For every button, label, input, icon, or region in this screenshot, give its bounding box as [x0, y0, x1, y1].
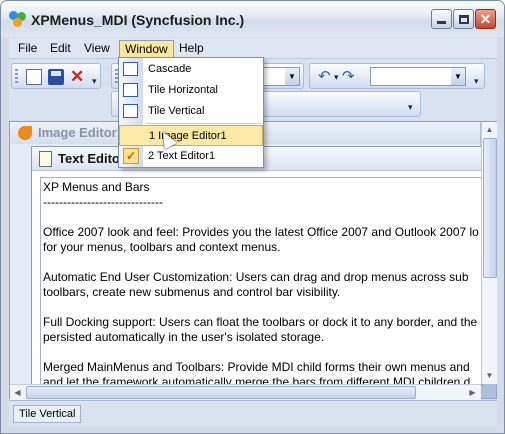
image-editor-icon	[18, 126, 32, 140]
horizontal-scrollbar[interactable]: ◀ ▶	[10, 384, 481, 400]
app-icon	[9, 11, 27, 27]
menu-item-tile-vertical[interactable]: Tile Vertical	[119, 101, 263, 122]
window-menu-dropdown: Cascade Tile Horizontal Tile Vertical 1 …	[118, 57, 264, 168]
menu-bar: File Edit View Window Help	[9, 38, 497, 58]
close-button[interactable]: ✕	[475, 9, 496, 29]
minimize-icon	[437, 21, 446, 24]
menu-item-cascade[interactable]: Cascade	[119, 59, 263, 80]
menu-window[interactable]: Window	[119, 40, 174, 57]
horizontal-scroll-thumb[interactable]	[26, 386, 416, 399]
text-editor-window[interactable]: Text Editor XP Menus and Bars ----------…	[31, 146, 483, 386]
title-bar[interactable]: XPMenus_MDI (Syncfusion Inc.) ✕	[1, 1, 504, 37]
toolbar-overflow-icon[interactable]: ▾	[92, 76, 97, 87]
text-editor-content[interactable]: XP Menus and Bars ----------------------…	[40, 177, 482, 385]
menu-separator	[146, 123, 261, 124]
vertical-scrollbar[interactable]: ▲ ▼	[481, 122, 497, 384]
close-icon: ✕	[479, 11, 492, 27]
scroll-right-icon[interactable]: ▶	[465, 385, 480, 400]
tile-horizontal-icon	[123, 83, 138, 97]
toolbar-grip[interactable]	[15, 69, 18, 85]
chevron-down-icon[interactable]: ▼	[285, 68, 299, 85]
menu-item-label: Cascade	[148, 63, 192, 75]
menu-item-label: Tile Horizontal	[148, 84, 218, 96]
minimize-button[interactable]	[431, 9, 452, 29]
menu-item-label: 2 Text Editor1	[148, 150, 216, 162]
cascade-icon	[123, 62, 138, 76]
scroll-up-icon[interactable]: ▲	[482, 122, 497, 137]
new-document-icon[interactable]	[26, 69, 42, 85]
undo-icon[interactable]: ↶	[318, 69, 334, 85]
text-editor-title: Text Editor	[58, 151, 125, 166]
menu-help[interactable]: Help	[174, 40, 209, 57]
menu-item-text-editor[interactable]: ✓ 2 Text Editor1	[119, 146, 263, 167]
scroll-down-icon[interactable]: ▼	[482, 368, 497, 383]
redo-icon[interactable]: ↷	[342, 69, 358, 85]
size-combo[interactable]: ▼	[370, 67, 466, 86]
menu-item-image-editor[interactable]: 1 Image Editor1	[119, 125, 263, 146]
edit-toolbar: ↶ ▾ ↷ ▼ ▾	[309, 63, 485, 89]
checkmark-icon: ✓	[123, 148, 139, 164]
standard-toolbar: ✕ ▾	[11, 63, 101, 89]
menu-item-label: Tile Vertical	[148, 105, 205, 117]
menu-item-tile-horizontal[interactable]: Tile Horizontal	[119, 80, 263, 101]
save-icon[interactable]	[48, 69, 64, 85]
menu-edit[interactable]: Edit	[45, 40, 76, 57]
toolbar-overflow-icon[interactable]: ▾	[408, 102, 413, 113]
chevron-down-icon[interactable]: ▼	[451, 68, 465, 85]
vertical-scroll-thumb[interactable]	[483, 138, 497, 278]
document-icon	[39, 151, 52, 167]
menu-view[interactable]: View	[79, 40, 115, 57]
tile-vertical-icon	[123, 104, 138, 118]
scroll-left-icon[interactable]: ◀	[10, 385, 25, 400]
undo-dropdown-icon[interactable]: ▾	[334, 72, 339, 83]
maximize-icon	[458, 14, 469, 24]
toolbar-overflow-icon[interactable]: ▾	[474, 76, 479, 87]
window-title: XPMenus_MDI (Syncfusion Inc.)	[31, 12, 245, 28]
status-bar: Tile Vertical	[9, 400, 497, 426]
maximize-button[interactable]	[453, 9, 474, 29]
status-text: Tile Vertical	[13, 405, 82, 423]
delete-icon[interactable]: ✕	[70, 68, 86, 85]
image-editor-title: Image Editor1	[38, 125, 124, 140]
menu-file[interactable]: File	[13, 40, 42, 57]
